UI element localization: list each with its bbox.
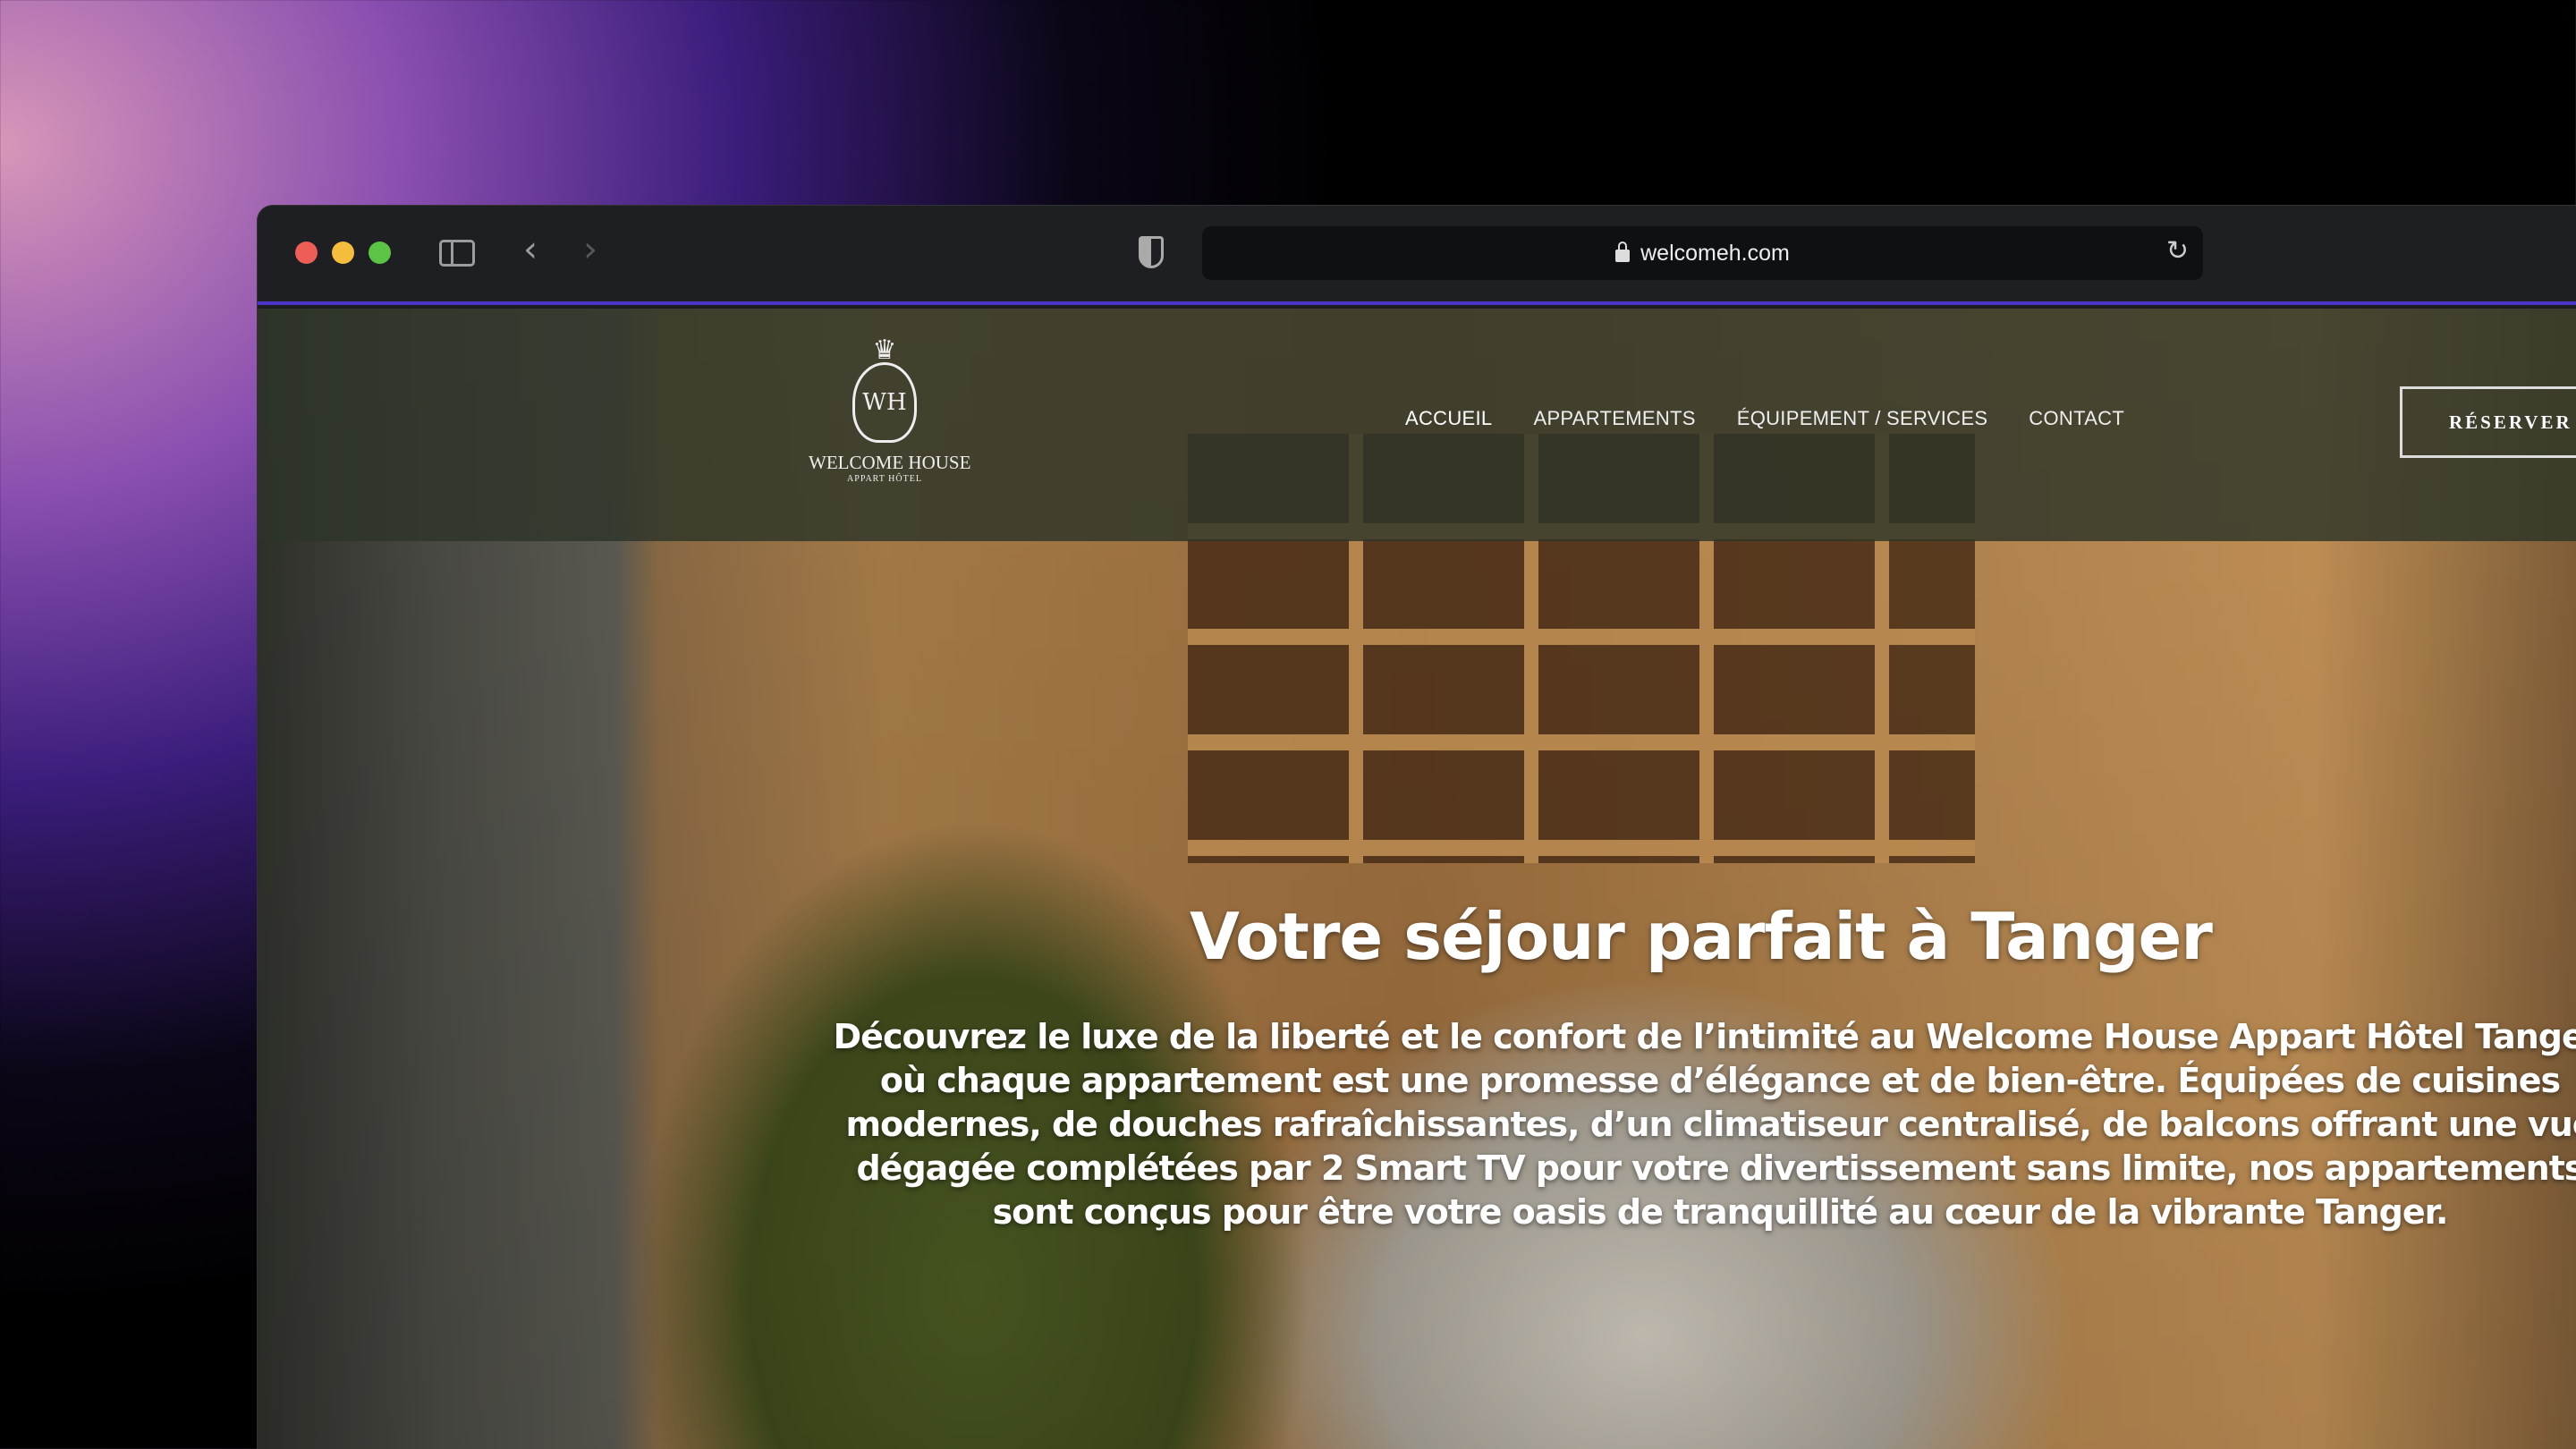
nav-equipement-services[interactable]: ÉQUIPEMENT / SERVICES xyxy=(1737,407,1988,430)
zoom-window-button[interactable] xyxy=(369,242,391,264)
nav-appartements[interactable]: APPARTEMENTS xyxy=(1533,407,1695,430)
hero-title: Votre séjour parfait à Tanger xyxy=(1190,899,2213,974)
lock-icon xyxy=(1615,242,1631,262)
reserve-button[interactable]: RÉSERVER xyxy=(2400,386,2576,458)
reload-icon[interactable]: ↻ xyxy=(2166,235,2189,267)
browser-window: ‹ › welcomeh.com ↻ WH WELCOME HOUSE APPA… xyxy=(257,205,2576,1449)
logo-crest-icon: WH xyxy=(852,335,917,443)
site-header: WH WELCOME HOUSE APPART HÔTEL ACCUEIL AP… xyxy=(258,309,2576,541)
back-icon[interactable]: ‹ xyxy=(523,229,538,270)
minimize-window-button[interactable] xyxy=(332,242,354,264)
nav-accueil[interactable]: ACCUEIL xyxy=(1405,407,1492,430)
address-bar[interactable]: welcomeh.com ↻ xyxy=(1202,226,2203,280)
close-window-button[interactable] xyxy=(295,242,318,264)
hero-description: Découvrez le luxe de la liberté et le co… xyxy=(833,1017,2576,1232)
sidebar-icon[interactable] xyxy=(439,240,475,267)
web-page: WH WELCOME HOUSE APPART HÔTEL ACCUEIL AP… xyxy=(258,309,2576,1449)
main-nav: ACCUEIL APPARTEMENTS ÉQUIPEMENT / SERVIC… xyxy=(1405,407,2124,430)
url-text: welcomeh.com xyxy=(1640,240,1790,266)
browser-toolbar: ‹ › welcomeh.com ↻ xyxy=(258,206,2576,305)
site-logo[interactable]: WH WELCOME HOUSE APPART HÔTEL xyxy=(809,335,971,484)
logo-subtitle: APPART HÔTEL xyxy=(847,474,922,484)
forward-icon[interactable]: › xyxy=(583,229,597,270)
shield-icon[interactable] xyxy=(1139,236,1164,268)
logo-name: WELCOME HOUSE xyxy=(809,452,971,473)
nav-contact[interactable]: CONTACT xyxy=(2029,407,2124,430)
